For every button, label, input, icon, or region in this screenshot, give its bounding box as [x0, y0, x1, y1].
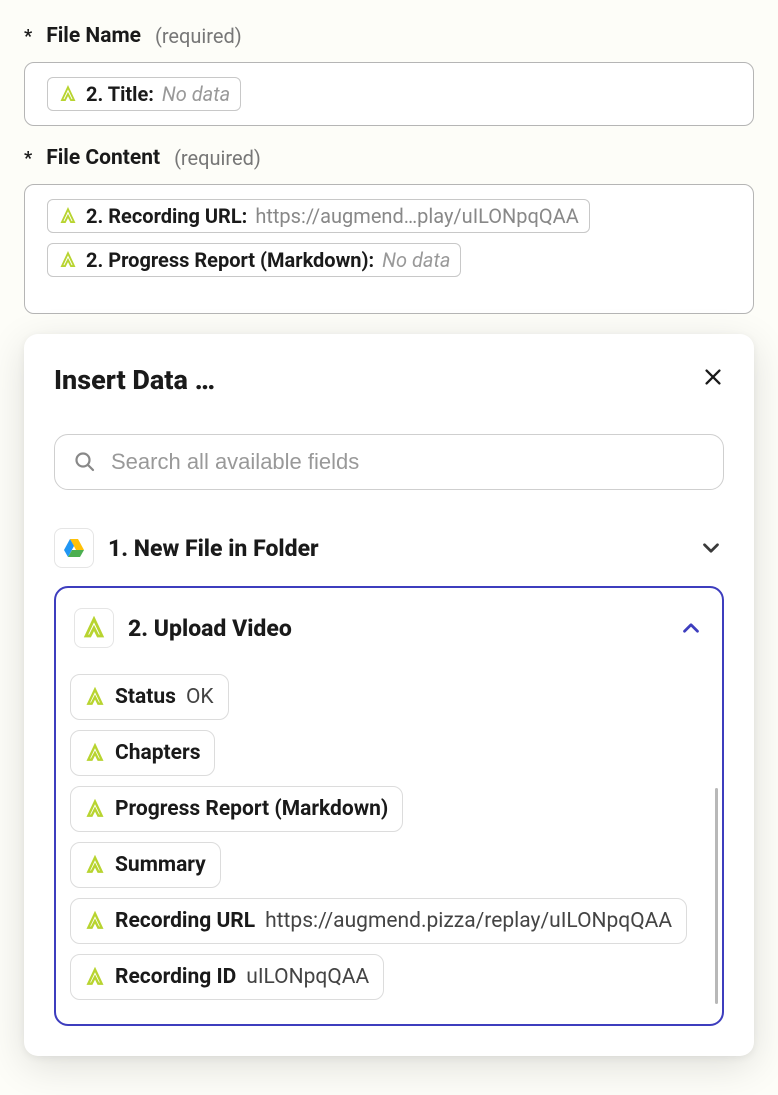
augmend-icon [85, 799, 105, 819]
pill-value: No data [382, 248, 450, 272]
search-icon [73, 450, 97, 474]
field-name: Status [115, 685, 176, 709]
file-name-input[interactable]: 2. Title: No data [24, 62, 754, 126]
pill-value: https://augmend…play/uILONpqQAA [255, 204, 578, 228]
search-input[interactable] [111, 449, 705, 475]
field-value: https://augmend.pizza/replay/uILONpqQAA [265, 909, 672, 933]
group-label: 1. New File in Folder [108, 535, 684, 562]
pill-value: No data [162, 82, 230, 106]
pill-key: 2. Title: [86, 82, 154, 106]
augmend-icon [58, 250, 78, 270]
augmend-icon [85, 911, 105, 931]
group-upload-video-header[interactable]: 2. Upload Video [70, 606, 708, 664]
insert-data-popover: Insert Data … 1. New File in Folder 2. U… [24, 334, 754, 1056]
file-name-group: * File Name (required) 2. Title: No data [24, 24, 754, 126]
augmend-icon [58, 206, 78, 226]
file-content-label-row: * File Content (required) [24, 146, 754, 170]
required-text: (required) [155, 24, 242, 48]
search-box[interactable] [54, 434, 724, 490]
field-item-summary[interactable]: Summary [70, 842, 221, 888]
chevron-up-icon [678, 615, 704, 641]
field-name: Recording ID [115, 965, 236, 989]
required-asterisk: * [24, 26, 32, 47]
required-text: (required) [174, 146, 261, 170]
file-content-group: * File Content (required) 2. Recording U… [24, 146, 754, 314]
augmend-icon [85, 855, 105, 875]
data-pill[interactable]: 2. Recording URL: https://augmend…play/u… [47, 199, 590, 233]
field-value: OK [186, 685, 214, 709]
field-name: Chapters [115, 741, 200, 765]
group-label: 2. Upload Video [128, 615, 664, 642]
field-item-status[interactable]: Status OK [70, 674, 229, 720]
field-name: Recording URL [115, 909, 255, 933]
field-item-chapters[interactable]: Chapters [70, 730, 215, 776]
data-pill[interactable]: 2. Progress Report (Markdown): No data [47, 243, 461, 277]
augmend-icon [85, 687, 105, 707]
close-icon [702, 366, 724, 388]
group-upload-video: 2. Upload Video Status OK Chapters Progr… [54, 586, 724, 1026]
field-value: uILONpqQAA [246, 965, 369, 989]
augmend-icon [74, 608, 114, 648]
augmend-icon [58, 84, 78, 104]
augmend-icon [85, 967, 105, 987]
field-item-recording-id[interactable]: Recording ID uILONpqQAA [70, 954, 384, 1000]
field-name: Progress Report (Markdown) [115, 797, 388, 821]
data-pill[interactable]: 2. Title: No data [47, 77, 241, 111]
file-content-label: File Content [46, 146, 160, 170]
file-content-input[interactable]: 2. Recording URL: https://augmend…play/u… [24, 184, 754, 314]
popover-header: Insert Data … [54, 364, 724, 396]
popover-title: Insert Data … [54, 364, 215, 396]
field-item-recording-url[interactable]: Recording URL https://augmend.pizza/repl… [70, 898, 687, 944]
file-name-label-row: * File Name (required) [24, 24, 754, 48]
field-name: Summary [115, 853, 206, 877]
pill-key: 2. Recording URL: [86, 204, 247, 228]
pill-key: 2. Progress Report (Markdown): [86, 248, 374, 272]
file-name-label: File Name [46, 24, 141, 48]
scrollbar[interactable] [715, 788, 718, 1004]
required-asterisk: * [24, 148, 32, 169]
close-button[interactable] [702, 365, 724, 395]
gdrive-icon [54, 528, 94, 568]
field-item-progress-report[interactable]: Progress Report (Markdown) [70, 786, 403, 832]
group-new-file-in-folder[interactable]: 1. New File in Folder [54, 518, 724, 578]
chevron-down-icon [698, 535, 724, 561]
augmend-icon [85, 743, 105, 763]
